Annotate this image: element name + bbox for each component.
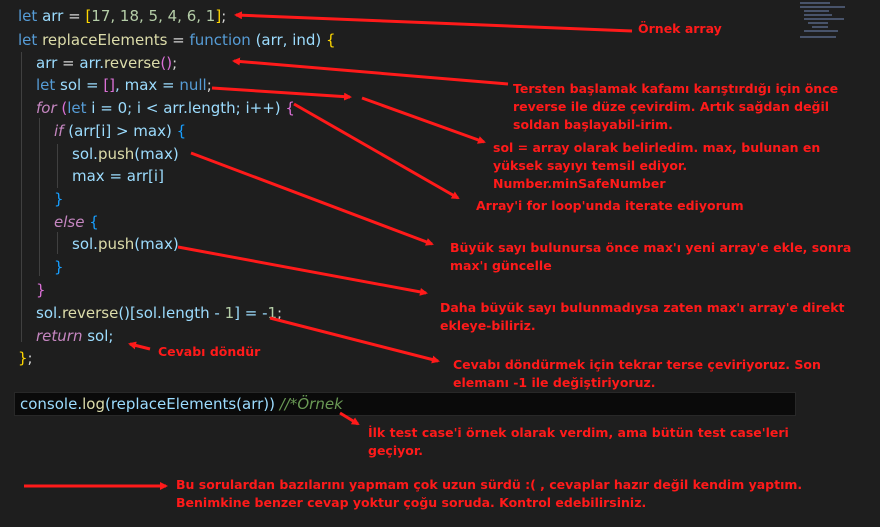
arrow-to-cevabi-dondur xyxy=(128,341,151,351)
arrow-to-sol-note xyxy=(361,96,486,144)
annotation-sol-max: sol = array olarak belirledim. max, bulu… xyxy=(493,140,821,191)
arrow-to-test-note xyxy=(339,411,360,426)
arrow-to-reverse-line xyxy=(232,57,509,86)
annotation-push-max: Büyük sayı bulunursa önce max'ı yeni arr… xyxy=(450,240,852,273)
annotation-for-loop: Array'i for loop'unda iterate ediyorum xyxy=(476,198,744,213)
annotation-test-case: İlk test case'i örnek olarak verdim, ama… xyxy=(368,425,789,458)
arrow-to-array-line xyxy=(234,11,633,33)
annotation-example-array: Örnek array xyxy=(638,21,722,36)
arrow-to-push-note xyxy=(190,151,434,246)
annotation-reverse: Tersten başlamak kafamı karıştırdığı içi… xyxy=(513,81,839,132)
annotation-else: Daha büyük sayı bulunmadıysa zaten max'ı… xyxy=(440,300,845,333)
annotation-footer: Bu sorulardan bazılarını yapmam çok uzun… xyxy=(176,477,803,510)
arrow-to-declare-line xyxy=(211,86,352,101)
annotation-return: Cevabı döndür xyxy=(158,344,261,359)
annotation-reverse-return: Cevabı döndürmek için tekrar terse çevir… xyxy=(453,357,821,390)
arrow-to-else-note xyxy=(177,245,428,296)
arrow-to-for-note xyxy=(293,102,460,200)
code-editor[interactable]: let arr = [17, 18, 5, 4, 6, 1]; let repl… xyxy=(0,0,880,527)
